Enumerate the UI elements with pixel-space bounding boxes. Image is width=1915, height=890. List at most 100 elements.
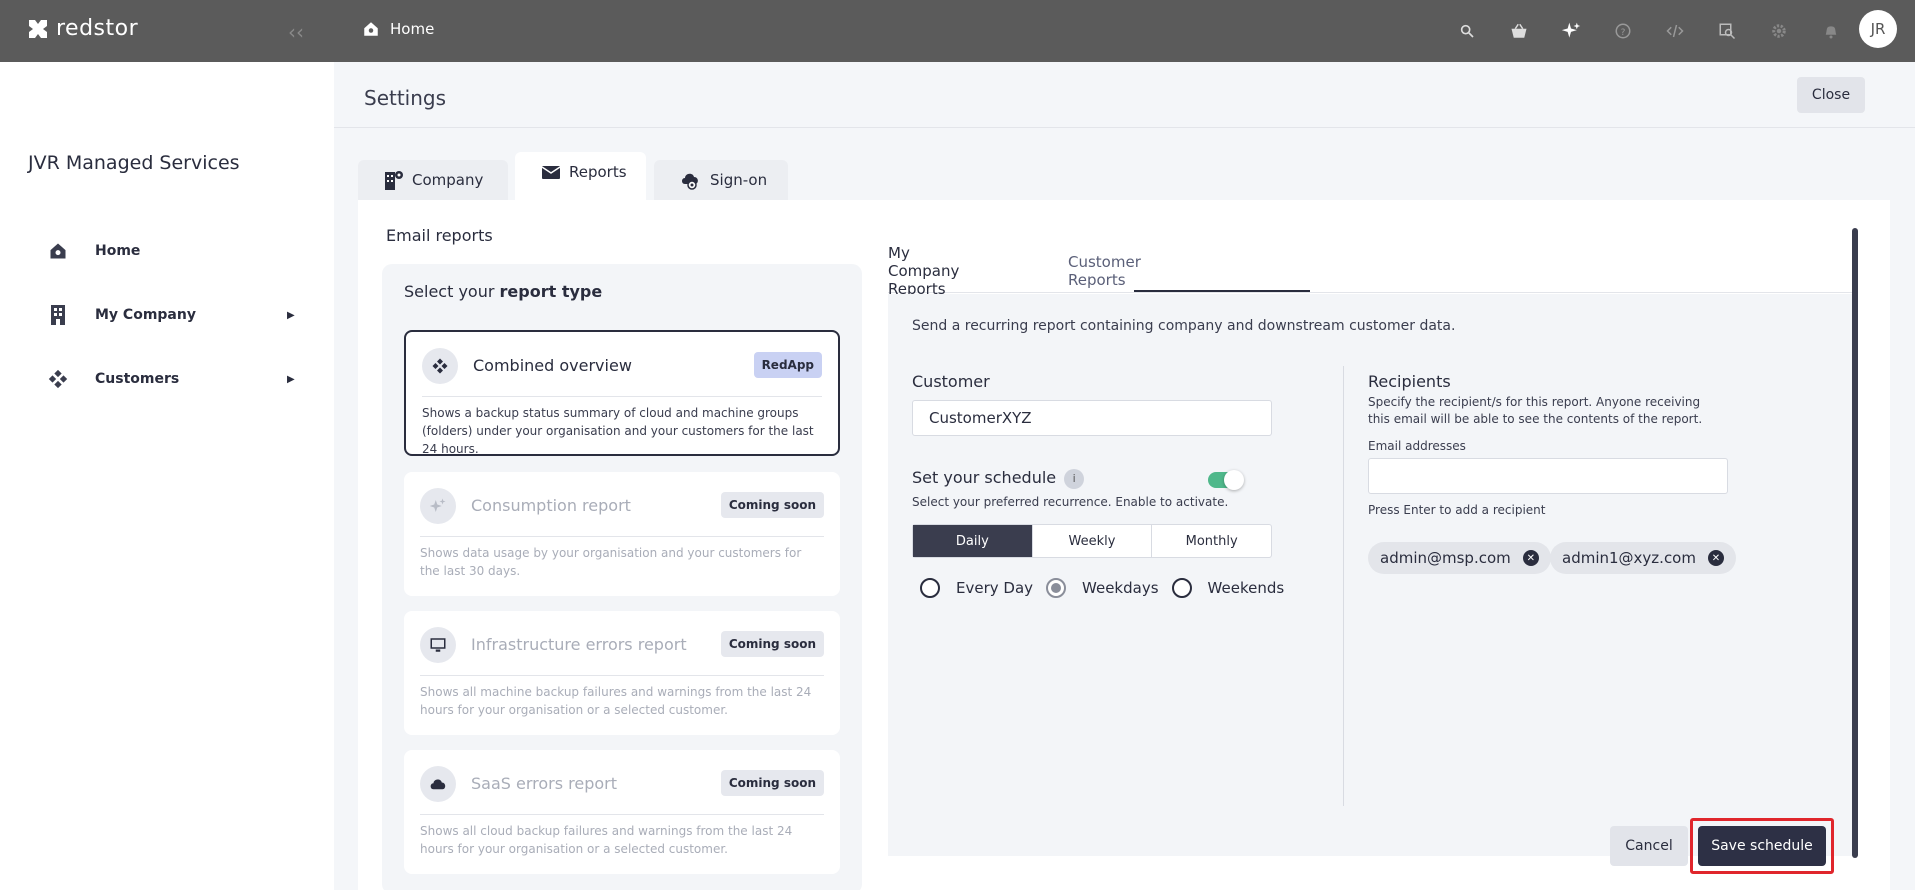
- day-options: Every Day Weekdays Weekends: [920, 578, 1297, 598]
- brand-logo[interactable]: redstor: [26, 16, 138, 41]
- recipient-email: admin@msp.com: [1380, 549, 1511, 567]
- breadcrumb-home: Home: [390, 20, 435, 38]
- subtab-customer-reports[interactable]: Customer Reports: [1068, 250, 1141, 292]
- report-type-heading: Select your report type: [404, 282, 602, 301]
- radio-every-day[interactable]: [920, 578, 940, 598]
- tab-label: Sign-on: [710, 171, 768, 189]
- subtab-my-company-reports[interactable]: My Company Reports: [888, 244, 959, 298]
- tab-label: Company: [412, 171, 484, 189]
- card-divider: [420, 814, 824, 815]
- page-title: Settings: [364, 86, 447, 110]
- sidebar-item-my-company[interactable]: My Company ▶: [0, 295, 334, 335]
- main-area: Settings Close Company Reports Sign-on E…: [334, 62, 1915, 890]
- report-card-consumption: Consumption report Coming soon Shows dat…: [404, 472, 840, 596]
- radio-label: Weekends: [1207, 579, 1285, 597]
- recipient-email: admin1@xyz.com: [1562, 549, 1696, 567]
- code-icon[interactable]: [1649, 16, 1701, 46]
- tab-sign-on[interactable]: Sign-on: [654, 160, 788, 200]
- section-title: Email reports: [386, 226, 493, 245]
- redstor-logo-icon: [29, 19, 47, 38]
- help-icon[interactable]: ?: [1597, 16, 1649, 46]
- card-divider: [422, 396, 822, 397]
- info-icon[interactable]: i: [1064, 468, 1085, 489]
- tab-company[interactable]: Company: [358, 160, 508, 200]
- radio-label: Weekdays: [1082, 579, 1159, 597]
- expand-arrow-icon[interactable]: ▶: [287, 310, 295, 321]
- home-icon: [46, 239, 70, 263]
- scrollbar[interactable]: [1852, 228, 1858, 858]
- sidebar-item-home[interactable]: Home: [0, 231, 334, 271]
- report-card-title: SaaS errors report: [471, 774, 618, 793]
- recurrence-selector: Daily Weekly Monthly: [912, 524, 1272, 558]
- report-type-heading-bold: report type: [499, 282, 603, 301]
- subtab-divider: [888, 292, 1858, 293]
- remove-recipient-icon[interactable]: ✕: [1522, 550, 1539, 566]
- email-label: Email addresses: [1368, 439, 1466, 453]
- consumption-icon: [420, 488, 456, 524]
- report-card-title: Consumption report: [471, 496, 631, 515]
- report-card-infrastructure-errors: Infrastructure errors report Coming soon…: [404, 611, 840, 735]
- gear-icon[interactable]: [1753, 16, 1805, 46]
- sidebar-item-customers[interactable]: Customers ▶: [0, 359, 334, 399]
- report-card-title: Combined overview: [473, 356, 632, 375]
- report-card-title: Infrastructure errors report: [471, 635, 687, 654]
- save-schedule-button[interactable]: Save schedule: [1698, 826, 1826, 866]
- schedule-label: Set your schedule i: [912, 468, 1085, 489]
- report-card-description: Shows a backup status summary of cloud a…: [422, 406, 814, 456]
- subtab-active-indicator: [1134, 290, 1310, 292]
- schedule-toggle[interactable]: [1208, 470, 1244, 490]
- inspect-icon[interactable]: [1701, 16, 1753, 46]
- collapse-sidebar-icon[interactable]: ‹‹: [288, 20, 304, 44]
- search-icon[interactable]: [1441, 16, 1493, 46]
- recipients-hint: Specify the recipient/s for this report.…: [1368, 395, 1703, 426]
- report-card-combined-overview[interactable]: Combined overview RedApp Shows a backup …: [404, 330, 840, 456]
- schedule-label-text: Set your schedule: [912, 468, 1057, 487]
- svg-text:?: ?: [1621, 28, 1626, 38]
- customer-report-form: Send a recurring report containing compa…: [888, 294, 1858, 856]
- combined-overview-icon: [422, 348, 458, 384]
- brand-name: redstor: [56, 16, 139, 41]
- form-description: Send a recurring report containing compa…: [912, 318, 1456, 334]
- basket-icon[interactable]: [1493, 16, 1545, 46]
- close-button[interactable]: Close: [1797, 77, 1865, 113]
- recipient-chip: admin@msp.com ✕: [1368, 542, 1551, 574]
- recurrence-daily[interactable]: Daily: [913, 525, 1033, 557]
- email-input[interactable]: [1368, 458, 1728, 494]
- recipients-label: Recipients: [1368, 372, 1451, 391]
- tab-reports[interactable]: Reports: [515, 152, 646, 200]
- customer-select[interactable]: CustomerXYZ: [912, 400, 1272, 436]
- sidebar-item-label: Home: [95, 243, 141, 259]
- sparkle-icon[interactable]: [1545, 16, 1597, 46]
- form-divider: [1343, 366, 1344, 806]
- company-name: JVR Managed Services: [28, 152, 240, 174]
- report-card-description: Shows all cloud backup failures and warn…: [420, 824, 793, 856]
- home-icon: [364, 22, 378, 36]
- reports-panel: Email reports Select your report type Co…: [358, 200, 1890, 890]
- top-bar: redstor ‹‹ Home ? JR: [0, 0, 1915, 62]
- schedule-hint: Select your preferred recurrence. Enable…: [912, 495, 1229, 509]
- cancel-button[interactable]: Cancel: [1610, 826, 1688, 866]
- company-settings-icon: [385, 171, 403, 190]
- recurrence-monthly[interactable]: Monthly: [1152, 525, 1271, 557]
- avatar[interactable]: JR: [1859, 10, 1897, 48]
- card-divider: [420, 536, 824, 537]
- radio-label: Every Day: [956, 579, 1034, 597]
- email-help: Press Enter to add a recipient: [1368, 503, 1546, 517]
- status-badge: Coming soon: [720, 492, 824, 518]
- envelope-icon: [541, 166, 561, 179]
- sidebar-item-label: Customers: [95, 371, 180, 387]
- header-divider: [334, 127, 1915, 128]
- radio-weekends[interactable]: [1171, 578, 1192, 598]
- radio-weekdays[interactable]: [1046, 578, 1067, 598]
- report-card-description: Shows all machine backup failures and wa…: [420, 685, 812, 717]
- breadcrumb[interactable]: Home: [362, 20, 434, 38]
- customer-label: Customer: [912, 372, 990, 391]
- recipient-chip: admin1@xyz.com ✕: [1550, 542, 1736, 574]
- remove-recipient-icon[interactable]: ✕: [1707, 550, 1724, 566]
- report-card-description: Shows data usage by your organisation an…: [420, 546, 802, 578]
- bell-icon[interactable]: [1805, 16, 1857, 46]
- report-type-heading-prefix: Select your: [404, 282, 500, 301]
- customers-icon: [46, 367, 70, 391]
- recurrence-weekly[interactable]: Weekly: [1033, 525, 1153, 557]
- expand-arrow-icon[interactable]: ▶: [287, 374, 295, 385]
